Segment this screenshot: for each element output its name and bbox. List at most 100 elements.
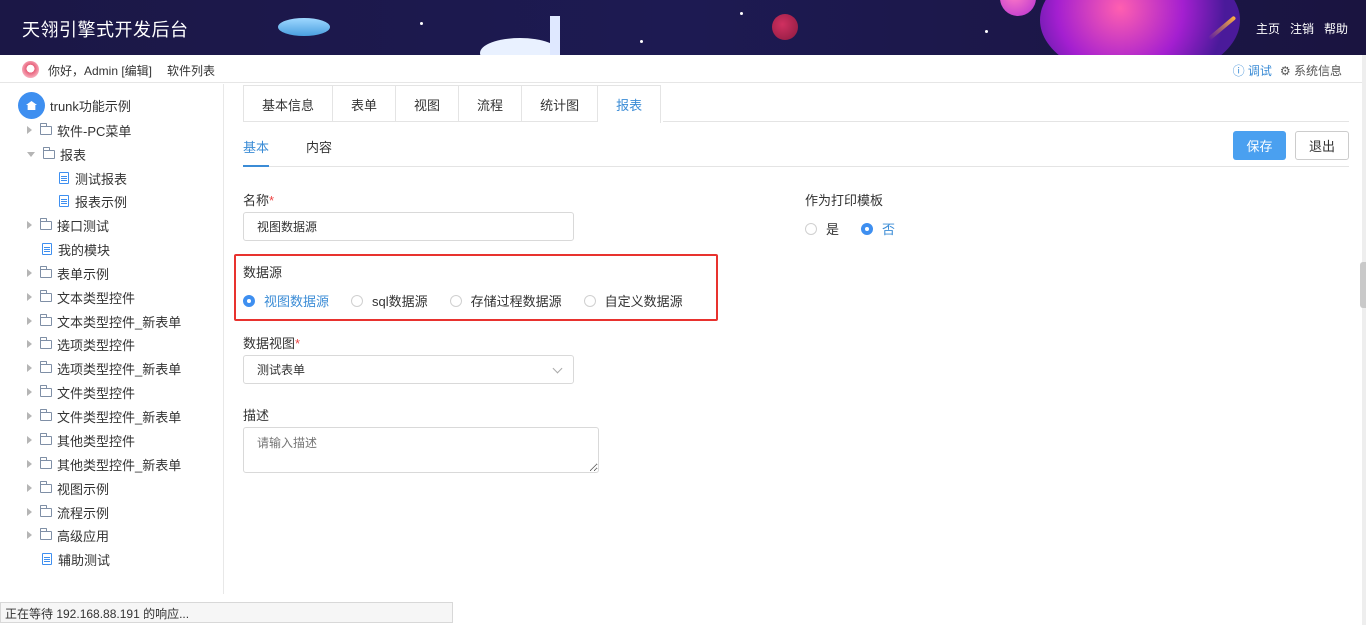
tab-report[interactable]: 报表 (598, 85, 662, 123)
expand-caret-icon[interactable] (27, 293, 32, 301)
radio-circle-icon (583, 294, 596, 307)
debug-link[interactable]: ⓘ 调试 (1233, 62, 1272, 79)
expand-caret-icon[interactable] (27, 221, 32, 229)
radio-label: 存储过程数据源 (470, 294, 562, 309)
tree-item-text-controls[interactable]: 文本类型控件 (27, 287, 135, 307)
subtab-content[interactable]: 内容 (306, 137, 332, 167)
name-input[interactable] (243, 212, 574, 241)
tree-item-aux-test[interactable]: 辅助测试 (42, 549, 110, 569)
side-collapse-handle[interactable] (1360, 262, 1366, 308)
radio-circle-icon (351, 294, 364, 307)
tab-view[interactable]: 视图 (396, 85, 460, 122)
datasource-sql-radio[interactable]: sql数据源 (351, 291, 428, 310)
folder-icon (40, 384, 52, 397)
datasource-highlight-box (234, 254, 718, 321)
logout-link[interactable]: 注销 (1290, 20, 1314, 37)
name-label: 名称* (243, 190, 274, 209)
expand-caret-icon[interactable] (27, 412, 32, 420)
tab-basic-info[interactable]: 基本信息 (243, 85, 334, 122)
tree-item-advanced[interactable]: 高级应用 (27, 525, 109, 545)
folder-icon (40, 217, 52, 230)
planet-illustration (1040, 0, 1240, 55)
subtab-basic[interactable]: 基本 (243, 137, 270, 167)
expand-caret-icon[interactable] (27, 388, 32, 396)
tree-item-file-controls[interactable]: 文件类型控件 (27, 382, 135, 402)
home-link[interactable]: 主页 (1256, 20, 1280, 37)
radio-label: 是 (826, 222, 840, 237)
collapse-caret-icon[interactable] (27, 151, 35, 157)
dataview-label-text: 数据视图 (243, 336, 296, 351)
tree-item-api-test[interactable]: 接口测试 (27, 215, 109, 235)
save-button[interactable]: 保存 (1233, 131, 1286, 160)
page-scrollbar-track[interactable] (1362, 55, 1366, 625)
tab-chart[interactable]: 统计图 (522, 85, 599, 122)
app-header: 天翎引擎式开发后台 主页 注销 帮助 (0, 0, 1366, 55)
tab-flow[interactable]: 流程 (459, 85, 523, 122)
module-tree: trunk功能示例 软件-PC菜单 报表 测试报表 报表示例 接口测试 我的模块… (0, 84, 224, 594)
tree-item-text-controls-new[interactable]: 文本类型控件_新表单 (27, 311, 181, 331)
tree-item-view-example[interactable]: 视图示例 (27, 478, 109, 498)
print-template-yes-radio[interactable]: 是 (805, 219, 839, 238)
tab-form[interactable]: 表单 (333, 85, 397, 122)
tree-item-file-controls-new[interactable]: 文件类型控件_新表单 (27, 406, 181, 426)
expand-caret-icon[interactable] (27, 340, 32, 348)
print-template-no-radio[interactable]: 否 (861, 219, 895, 238)
expand-caret-icon[interactable] (27, 531, 32, 539)
tree-item-software-pc-menu[interactable]: 软件-PC菜单 (27, 120, 131, 140)
datasource-procedure-radio[interactable]: 存储过程数据源 (449, 291, 562, 310)
software-list-link[interactable]: 软件列表 (167, 62, 215, 79)
required-mark: * (269, 193, 275, 208)
report-subtabs: 基本 内容 (243, 137, 1349, 167)
folder-icon (40, 504, 52, 517)
print-template-radio-group: 是 否 (805, 219, 917, 238)
expand-caret-icon[interactable] (27, 484, 32, 492)
radio-checked-icon (861, 222, 874, 235)
tree-item-label: 文件类型控件_新表单 (57, 409, 182, 425)
tree-item-my-module[interactable]: 我的模块 (42, 239, 110, 259)
tree-item-label: 高级应用 (57, 528, 110, 544)
tree-item-flow-example[interactable]: 流程示例 (27, 502, 109, 522)
app-title: 天翎引擎式开发后台 (22, 20, 189, 40)
tree-item-label: 其他类型控件 (57, 433, 136, 449)
tree-item-test-report[interactable]: 测试报表 (59, 168, 127, 188)
folder-icon (40, 265, 52, 278)
tree-item-option-controls[interactable]: 选项类型控件 (27, 334, 135, 354)
tree-item-other-controls-new[interactable]: 其他类型控件_新表单 (27, 454, 181, 474)
expand-caret-icon[interactable] (27, 436, 32, 444)
tree-item-report-example[interactable]: 报表示例 (59, 191, 127, 211)
dataview-select[interactable]: 测试表单 (243, 355, 574, 384)
blimp-illustration (278, 18, 330, 36)
tree-root[interactable]: trunk功能示例 (18, 92, 131, 119)
name-label-text: 名称 (243, 193, 270, 208)
header-links: 主页 注销 帮助 (1256, 20, 1348, 37)
home-icon (18, 92, 45, 119)
tree-item-option-controls-new[interactable]: 选项类型控件_新表单 (27, 358, 181, 378)
planet-illustration (772, 14, 798, 40)
folder-icon (40, 480, 52, 493)
expand-caret-icon[interactable] (27, 364, 32, 372)
datasource-label: 数据源 (243, 265, 283, 280)
document-icon (59, 172, 69, 184)
expand-caret-icon[interactable] (27, 460, 32, 468)
tree-item-label: 文件类型控件 (57, 385, 136, 401)
help-link[interactable]: 帮助 (1324, 20, 1348, 37)
radio-label: sql数据源 (372, 294, 428, 309)
expand-caret-icon[interactable] (27, 269, 32, 277)
cloud-illustration (480, 38, 560, 55)
star-decoration (740, 12, 743, 15)
user-greeting[interactable]: 你好，Admin [编辑] (48, 62, 152, 79)
tree-item-form-example[interactable]: 表单示例 (27, 263, 109, 283)
expand-caret-icon[interactable] (27, 317, 32, 325)
datasource-custom-radio[interactable]: 自定义数据源 (583, 291, 683, 310)
tree-item-reports[interactable]: 报表 (27, 144, 86, 164)
expand-caret-icon[interactable] (27, 126, 32, 134)
expand-caret-icon[interactable] (27, 508, 32, 516)
tree-item-other-controls[interactable]: 其他类型控件 (27, 430, 135, 450)
tab-divider (663, 121, 1349, 122)
tree-item-label: 表单示例 (57, 266, 110, 282)
system-info-link[interactable]: ⚙ 系统信息 (1280, 62, 1342, 79)
exit-button[interactable]: 退出 (1295, 131, 1349, 160)
description-textarea[interactable] (243, 427, 599, 473)
tree-item-label: 流程示例 (57, 505, 110, 521)
datasource-view-radio[interactable]: 视图数据源 (243, 291, 329, 310)
